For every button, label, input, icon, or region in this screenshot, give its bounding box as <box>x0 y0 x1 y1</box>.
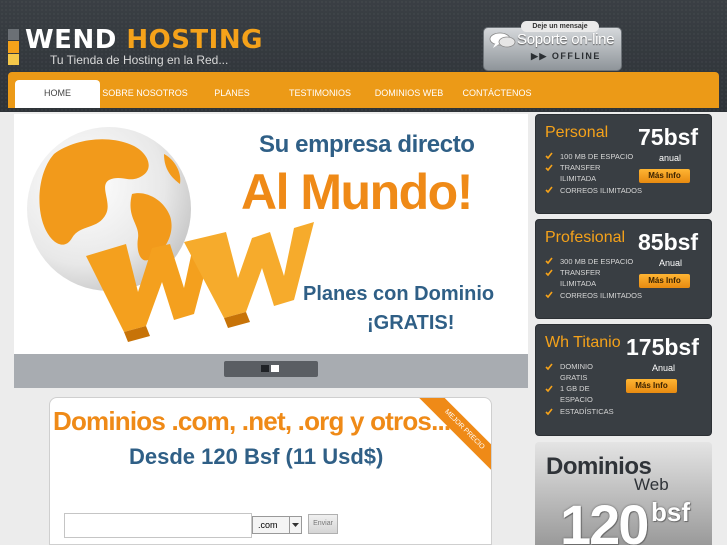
logo-name-part2: HOSTING <box>126 25 263 55</box>
domain-search-input[interactable] <box>64 513 252 538</box>
chevron-down-icon <box>289 517 301 533</box>
nav-contactenos[interactable]: CONTÁCTENOS <box>458 80 536 108</box>
dominios-web-unit: bsf <box>651 497 690 527</box>
check-icon <box>545 152 553 160</box>
check-icon <box>545 385 553 393</box>
chat-bubbles-icon <box>489 32 516 48</box>
domain-submit-button[interactable]: Enviar <box>308 514 338 534</box>
plan-feature: DOMINIO GRATIS <box>560 362 593 382</box>
nav-sobre-nosotros[interactable]: SOBRE NOSOTROS <box>100 80 190 108</box>
plan-name: Profesional <box>545 229 626 246</box>
banner-line2: Al Mundo! <box>241 164 473 220</box>
support-title: Soporte on-line <box>517 31 615 48</box>
online-support-widget[interactable]: Deje un mensaje Soporte on-line ▶▶ OFFLI… <box>483 21 622 71</box>
nav-testimonios[interactable]: TESTIMONIOS <box>282 80 358 108</box>
nav-dominios-web[interactable]: DOMINIOS WEB <box>372 80 446 108</box>
check-icon <box>545 291 553 299</box>
domain-title: Dominios .com, .net, .org y otros... <box>53 406 451 436</box>
tld-select-value: .com <box>258 520 278 530</box>
domain-subtitle: Desde 120 Bsf (11 Usd$) <box>129 444 384 469</box>
check-icon <box>545 164 553 172</box>
plan-feature: 1 GB DE ESPACIO <box>560 384 593 404</box>
nav-planes[interactable]: PLANES <box>200 80 264 108</box>
plan-feature: CORREOS ILIMITADOS <box>560 186 642 195</box>
plan-period: anual <box>659 153 682 163</box>
slide-dot-1[interactable] <box>261 365 269 372</box>
logo-mark-icon <box>8 29 19 65</box>
check-icon <box>545 408 553 416</box>
support-status-text: OFFLINE <box>551 51 601 61</box>
dominios-web-price: 120 <box>560 493 649 545</box>
check-icon <box>545 363 553 371</box>
plan-feature: ESTADÍSTICAS <box>560 407 614 416</box>
plan-name: Personal <box>545 124 609 141</box>
site-logo[interactable]: WEND HOSTING <box>25 26 263 54</box>
tld-select[interactable]: .com <box>252 516 302 534</box>
fast-forward-icon: ▶▶ <box>531 51 548 61</box>
banner-line3: Planes con Dominio <box>303 283 495 305</box>
plan-price: 175bsf <box>626 334 699 360</box>
plan-feature: TRANSFER ILIMITADA <box>560 163 601 183</box>
plan-price: 75bsf <box>638 124 699 150</box>
more-info-button[interactable]: Más Info <box>639 274 690 288</box>
nav-home[interactable]: HOME <box>15 80 100 108</box>
more-info-button[interactable]: Más Info <box>626 379 677 393</box>
plan-feature: CORREOS ILIMITADOS <box>560 291 642 300</box>
plan-feature: 300 MB DE ESPACIO <box>560 257 634 266</box>
plan-feature: TRANSFER ILIMITADA <box>560 268 601 288</box>
slide-dot-2[interactable] <box>271 365 279 372</box>
check-icon <box>545 269 553 277</box>
banner-line4: ¡GRATIS! <box>367 312 455 334</box>
plan-period: Anual <box>652 363 676 373</box>
more-info-button[interactable]: Más Info <box>639 169 690 183</box>
plan-name: Wh Titanio <box>545 334 621 351</box>
check-icon <box>545 257 553 265</box>
banner-line1: Su empresa directo <box>259 131 475 158</box>
plan-period: Anual <box>659 258 683 268</box>
logo-name-part1: WEND <box>25 25 117 55</box>
support-status: ▶▶ OFFLINE <box>531 51 601 62</box>
plan-price: 85bsf <box>638 229 699 255</box>
plan-feature: 100 MB DE ESPACIO <box>560 152 634 161</box>
check-icon <box>545 186 553 194</box>
site-tagline: Tu Tienda de Hosting en la Red... <box>50 53 229 67</box>
